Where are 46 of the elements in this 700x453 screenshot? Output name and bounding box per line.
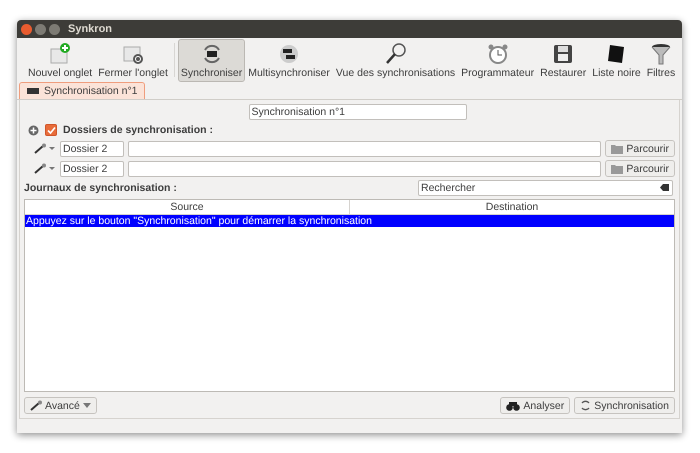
browse-button[interactable]: Parcourir bbox=[605, 160, 675, 177]
toolbar-button[interactable]: Nouvel onglet bbox=[25, 38, 96, 82]
column-header[interactable]: Source bbox=[25, 200, 349, 214]
folder-icon bbox=[611, 144, 624, 154]
search-icon bbox=[384, 42, 408, 66]
sync-name-field[interactable]: Synchronisation n°1 bbox=[248, 104, 466, 120]
toolbar-button[interactable]: Filtres bbox=[644, 38, 678, 82]
window-title: Synkron bbox=[68, 23, 112, 35]
sync-button[interactable]: Synchronisation bbox=[574, 397, 675, 414]
section-label: Journaux de synchronisation : bbox=[24, 182, 177, 194]
toolbar-button[interactable]: Liste noire bbox=[589, 38, 644, 82]
toolbar-button[interactable]: Multisynchroniser bbox=[245, 38, 333, 82]
new-tab-icon bbox=[48, 42, 72, 66]
folder-icon bbox=[611, 164, 624, 174]
toolbar-button[interactable]: Programmateur bbox=[458, 38, 538, 82]
table-row[interactable]: Appuyez sur le bouton "Synchronisation" pour démarrer la synchronisation bbox=[25, 215, 674, 227]
section-label: Dossiers de synchronisation : bbox=[63, 124, 213, 136]
folder-path-field[interactable] bbox=[128, 140, 602, 156]
browse-button[interactable]: Parcourir bbox=[605, 140, 675, 157]
tab[interactable]: Synchronisation n°1 bbox=[19, 82, 145, 99]
folder-name-field[interactable]: Dossier 2 bbox=[60, 140, 124, 156]
alarm-clock-icon bbox=[486, 42, 510, 66]
tool-menu-button[interactable] bbox=[34, 163, 56, 174]
clear-icon[interactable] bbox=[660, 184, 669, 191]
add-icon[interactable] bbox=[28, 124, 39, 136]
checkbox[interactable] bbox=[45, 124, 57, 136]
funnel-icon bbox=[648, 42, 673, 66]
folder-name-field[interactable]: Dossier 2 bbox=[60, 160, 124, 176]
toolbar-button[interactable]: Restaurer bbox=[537, 38, 590, 82]
search-field[interactable]: Rechercher bbox=[418, 180, 673, 196]
binoculars-icon bbox=[506, 400, 520, 410]
toolbar-button[interactable]: Synchroniser bbox=[178, 38, 246, 82]
tool-menu-button[interactable] bbox=[34, 143, 56, 154]
sync-icon bbox=[26, 86, 40, 96]
minimize-button[interactable] bbox=[35, 24, 46, 34]
caret-icon bbox=[82, 403, 91, 408]
column-header[interactable]: Destination bbox=[349, 200, 674, 214]
toolbar-button[interactable]: Vue des synchronisations bbox=[332, 38, 458, 82]
analyse-button[interactable]: Analyser bbox=[500, 397, 570, 414]
sync-icon bbox=[580, 400, 592, 411]
advanced-button[interactable]: Avancé bbox=[24, 397, 97, 414]
toolbar-button[interactable]: Fermer l'onglet bbox=[95, 38, 171, 82]
wrench-icon bbox=[30, 400, 42, 411]
folder-path-field[interactable] bbox=[128, 160, 602, 176]
close-button[interactable] bbox=[21, 24, 32, 34]
maximize-button[interactable] bbox=[49, 24, 60, 34]
